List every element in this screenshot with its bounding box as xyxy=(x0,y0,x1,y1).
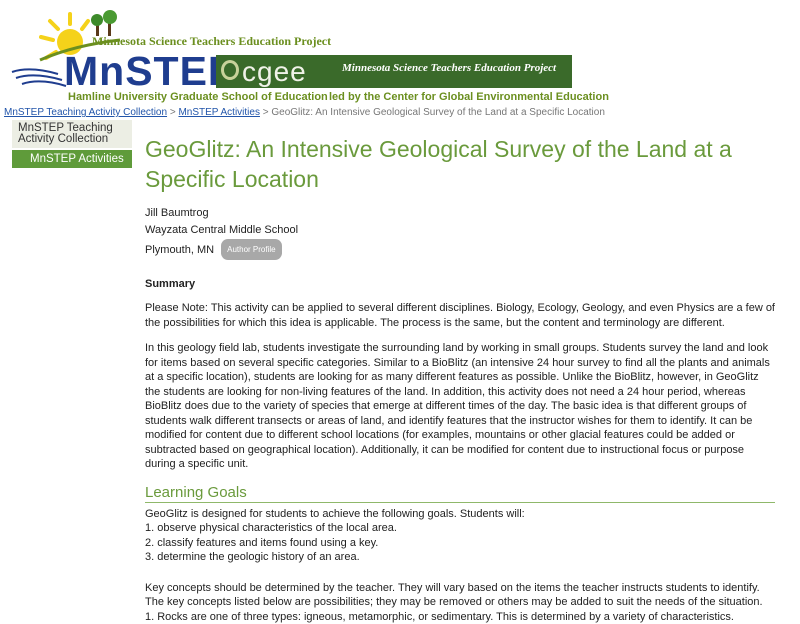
globe-icon xyxy=(221,60,239,80)
led-by-text: led by the Center for Global Environment… xyxy=(329,91,609,103)
goal-item: 2. classify features and items found usi… xyxy=(145,536,775,551)
goal-item: 3. determine the geologic history of an … xyxy=(145,550,775,565)
author-location: Plymouth, MN xyxy=(145,244,214,256)
author-profile-button[interactable]: Author Profile xyxy=(221,239,281,260)
breadcrumb-separator: > xyxy=(170,107,176,118)
sidebar-item-activities[interactable]: MnSTEP Activities xyxy=(12,150,132,168)
university-name: Hamline University Graduate School of Ed… xyxy=(68,91,328,103)
goal-item: 1. observe physical characteristics of t… xyxy=(145,521,775,536)
summary-heading: Summary xyxy=(145,278,775,290)
page-title: GeoGlitz: An Intensive Geological Survey… xyxy=(145,134,775,194)
author-name: Jill Baumtrog xyxy=(145,205,775,222)
breadcrumb-link-collection[interactable]: MnSTEP Teaching Activity Collection xyxy=(4,107,167,118)
main-content: GeoGlitz: An Intensive Geological Survey… xyxy=(145,134,775,624)
cgee-logo-text: cgee xyxy=(242,56,307,88)
cgee-banner[interactable]: cgee Minnesota Science Teachers Educatio… xyxy=(216,55,572,88)
school-name: Wayzata Central Middle School xyxy=(145,222,775,239)
breadcrumb-current: GeoGlitz: An Intensive Geological Survey… xyxy=(271,107,605,118)
lab-paragraph: In this geology field lab, students inve… xyxy=(145,341,775,472)
cgee-project-name: Minnesota Science Teachers Education Pro… xyxy=(342,62,556,74)
breadcrumb-separator: > xyxy=(263,107,269,118)
goals-list: GeoGlitz is designed for students to ach… xyxy=(145,507,775,565)
sidebar-nav: MnSTEP Teaching Activity Collection MnST… xyxy=(12,120,132,168)
breadcrumb-link-activities[interactable]: MnSTEP Activities xyxy=(178,107,260,118)
author-location-row: Plymouth, MN Author Profile xyxy=(145,239,775,260)
goals-intro: GeoGlitz is designed for students to ach… xyxy=(145,507,775,522)
tree-icon xyxy=(91,10,117,36)
site-banner: Minnesota Science Teachers Education Pro… xyxy=(0,0,800,104)
sidebar-item-collection[interactable]: MnSTEP Teaching Activity Collection xyxy=(12,120,132,148)
concept-item: 1. Rocks are one of three types: igneous… xyxy=(145,610,775,624)
breadcrumb: MnSTEP Teaching Activity Collection > Mn… xyxy=(4,107,605,118)
key-concepts-paragraph: Key concepts should be determined by the… xyxy=(145,581,775,610)
project-name: Minnesota Science Teachers Education Pro… xyxy=(92,34,331,49)
note-paragraph: Please Note: This activity can be applie… xyxy=(145,301,775,330)
water-waves-icon xyxy=(12,69,66,86)
mnstep-logo-text[interactable]: MnSTEP xyxy=(64,48,236,95)
learning-goals-heading: Learning Goals xyxy=(145,484,775,503)
